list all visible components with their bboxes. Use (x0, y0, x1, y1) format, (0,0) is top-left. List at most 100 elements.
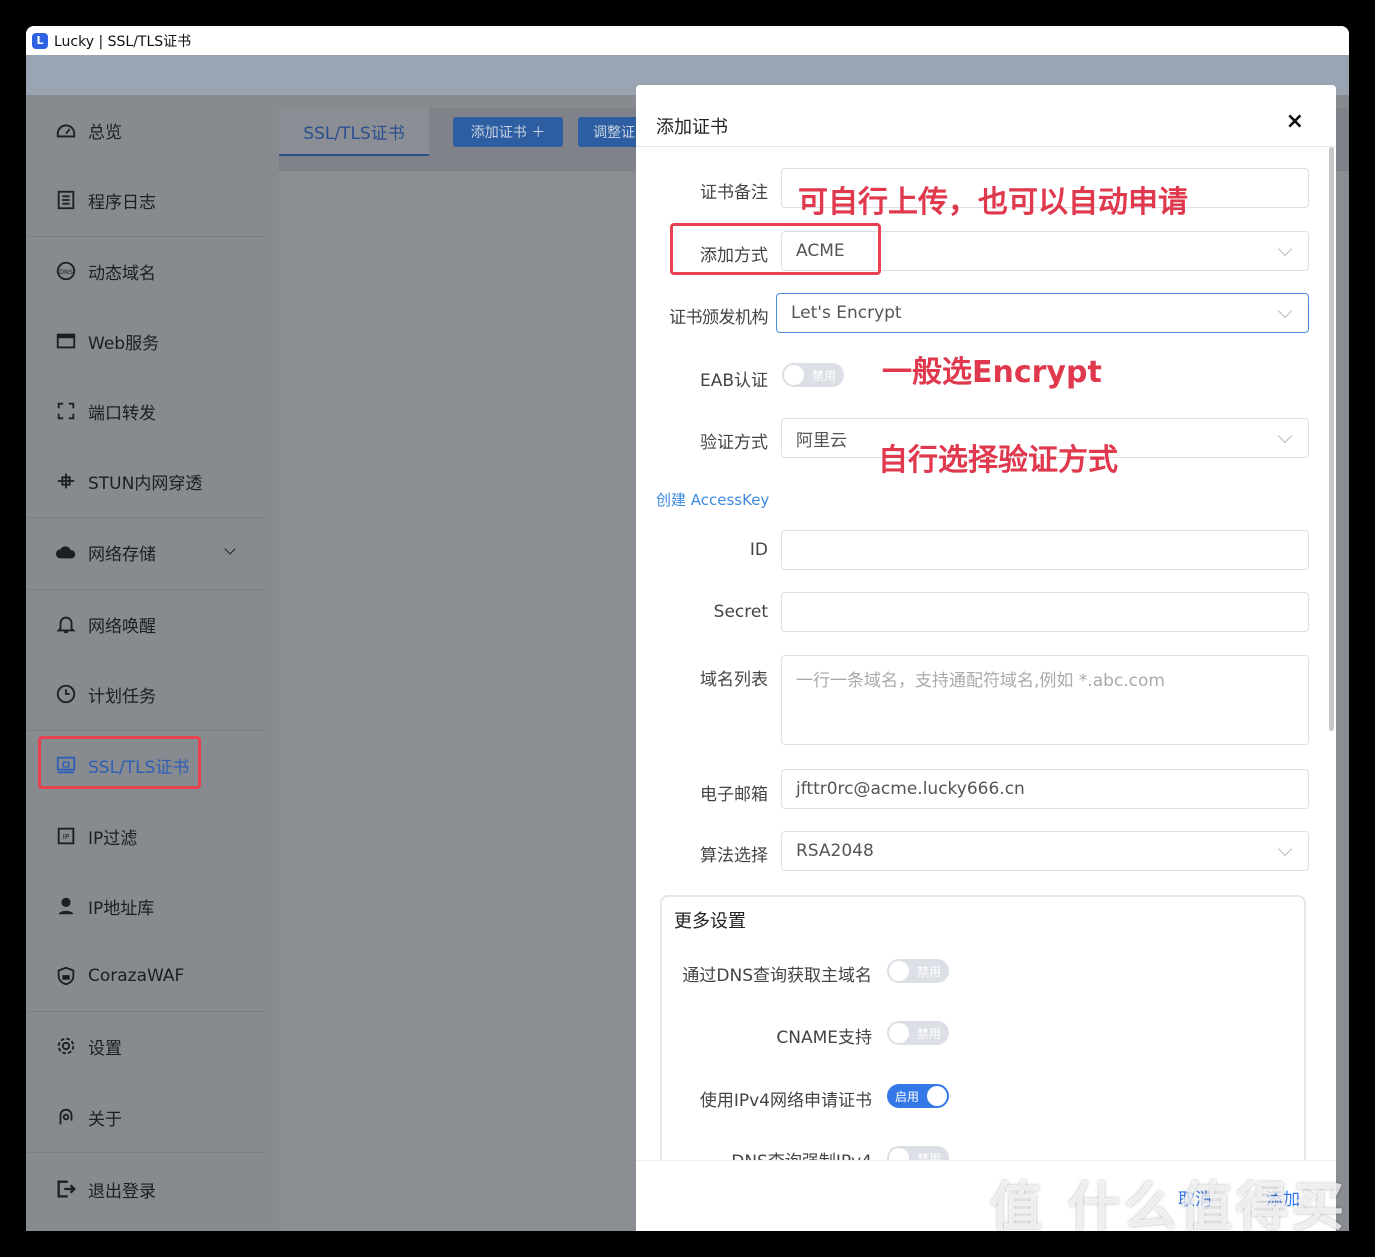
window-title: Lucky | SSL/TLS证书 (54, 33, 192, 50)
verify-label: 验证方式 (700, 433, 768, 453)
toggle-knob (784, 365, 804, 385)
chevron-down-icon (1277, 303, 1293, 319)
sidebar-item-logout[interactable]: 退出登录 (26, 1154, 264, 1224)
create-accesskey-link[interactable]: 创建 AccessKey (656, 489, 769, 510)
ipv4-toggle[interactable]: 启用 (887, 1084, 949, 1108)
sidebar-item-label: Web服务 (88, 333, 160, 354)
id-label: ID (749, 540, 768, 560)
sidebar-item-label: 端口转发 (88, 403, 156, 424)
sidebar-item-settings[interactable]: 设置 (26, 1011, 264, 1081)
port-forward-icon (54, 399, 78, 423)
sidebar-item-web[interactable]: Web服务 (26, 306, 264, 376)
sidebar-item-label: 计划任务 (88, 686, 156, 707)
divider (26, 1152, 264, 1153)
annotation-encrypt: 一般选Encrypt (882, 355, 1102, 390)
more-settings-panel: 更多设置 通过DNS查询获取主域名 禁用 CNAME支持 禁用 使用IPv4网络… (660, 895, 1306, 1195)
toggle-text: 禁用 (916, 964, 941, 979)
clock-icon (54, 682, 78, 706)
sidebar-item-ddns[interactable]: DNS 动态域名 (26, 236, 264, 306)
sidebar-item-overview[interactable]: 总览 (26, 95, 264, 165)
sidebar-item-label: 网络唤醒 (88, 616, 156, 637)
sidebar-item-about[interactable]: 关于 (26, 1082, 264, 1152)
verify-value: 阿里云 (796, 430, 847, 451)
annotation-upload: 可自行上传，也可以自动申请 (798, 185, 1188, 220)
ip-filter-icon: IP (54, 824, 78, 848)
algo-label: 算法选择 (700, 846, 768, 866)
cname-label: CNAME支持 (776, 1028, 872, 1048)
log-icon (54, 188, 78, 212)
domains-textarea[interactable]: 一行一条域名，支持通配符域名,例如 *.abc.com (781, 655, 1309, 745)
sidebar-item-ip-filter[interactable]: IP IP过滤 (26, 801, 264, 871)
annotation-verify: 自行选择验证方式 (878, 443, 1118, 478)
ip-database-icon (54, 894, 78, 918)
remark-label: 证书备注 (700, 183, 768, 203)
sidebar-item-wol[interactable]: 网络唤醒 (26, 589, 264, 659)
secret-input[interactable] (781, 592, 1309, 632)
add-certificate-button[interactable]: 添加证书 ＋ (453, 117, 563, 147)
toggle-text: 禁用 (916, 1026, 941, 1041)
ca-select[interactable]: Let's Encrypt (776, 293, 1309, 333)
ipv4-label: 使用IPv4网络申请证书 (699, 1091, 872, 1111)
logout-icon (54, 1177, 78, 1201)
ca-value: Let's Encrypt (791, 303, 902, 323)
sidebar-item-storage[interactable]: 网络存储 (26, 517, 264, 587)
email-label: 电子邮箱 (700, 785, 768, 805)
toggle-knob (889, 961, 909, 981)
toggle-text: 启用 (895, 1089, 920, 1104)
sidebar-item-label: 退出登录 (88, 1181, 156, 1202)
close-icon[interactable]: × (1286, 109, 1304, 134)
toggle-knob (889, 1023, 909, 1043)
sidebar-item-stun[interactable]: STUN内网穿透 (26, 446, 264, 516)
sidebar-item-label: IP地址库 (88, 898, 155, 919)
dns-main-toggle[interactable]: 禁用 (887, 959, 949, 983)
sidebar-item-ip-db[interactable]: IP地址库 (26, 871, 264, 941)
sidebar: 总览 程序日志 DNS 动态域名 Web服务 端口转发 STUN内网穿透 网络存… (26, 95, 264, 1231)
sidebar-item-label: 设置 (88, 1038, 122, 1059)
eab-toggle[interactable]: 禁用 (782, 363, 844, 387)
svg-text:IP: IP (63, 832, 70, 841)
tab-ssl[interactable]: SSL/TLS证书 (279, 108, 429, 156)
sidebar-item-label: 关于 (88, 1109, 122, 1130)
highlight-box-method (670, 223, 881, 275)
sidebar-item-label: STUN内网穿透 (88, 473, 203, 494)
gear-icon (54, 1034, 78, 1058)
sidebar-item-port-forward[interactable]: 端口转发 (26, 376, 264, 446)
sidebar-item-label: 动态域名 (88, 263, 156, 284)
cname-toggle[interactable]: 禁用 (887, 1021, 949, 1045)
eab-label: EAB认证 (699, 371, 768, 391)
algo-select[interactable]: RSA2048 (781, 831, 1309, 871)
add-certificate-dialog: 添加证书 × 证书备注 添加方式 ACME 证书颁发机构 Let's Encry… (636, 85, 1336, 1231)
app-logo-icon: L (32, 32, 48, 49)
chevron-down-icon (1277, 428, 1293, 444)
sidebar-item-label: 总览 (88, 122, 122, 143)
toggle-text: 禁用 (811, 368, 836, 383)
bell-icon (54, 612, 78, 636)
dns-icon: DNS (54, 259, 78, 283)
watermark: 值 什么值得买 (990, 1178, 1349, 1238)
highlight-box-ssl (38, 736, 201, 789)
algo-value: RSA2048 (796, 841, 874, 861)
sidebar-item-waf[interactable]: CorazaWAF (26, 941, 264, 1011)
email-input[interactable]: jfttr0rc@acme.lucky666.cn (781, 769, 1309, 809)
about-icon (54, 1105, 78, 1129)
shield-icon (54, 964, 78, 988)
sidebar-item-label: CorazaWAF (88, 966, 185, 986)
divider (636, 146, 1336, 147)
sidebar-item-label: IP过滤 (88, 828, 138, 849)
more-settings-title: 更多设置 (674, 911, 746, 932)
title-bar: L Lucky | SSL/TLS证书 (26, 26, 1349, 55)
chevron-down-icon (1277, 241, 1293, 257)
email-value: jfttr0rc@acme.lucky666.cn (796, 779, 1025, 799)
id-input[interactable] (781, 530, 1309, 570)
stun-icon (54, 469, 78, 493)
web-icon (54, 329, 78, 353)
app-window: L Lucky | SSL/TLS证书 总览 程序日志 DNS 动态域名 Web… (26, 26, 1349, 1231)
toggle-knob (927, 1086, 947, 1106)
sidebar-item-schedule[interactable]: 计划任务 (26, 659, 264, 729)
sidebar-item-log[interactable]: 程序日志 (26, 165, 264, 235)
scrollbar[interactable] (1329, 147, 1334, 731)
chevron-down-icon (1277, 841, 1293, 857)
secret-label: Secret (713, 602, 768, 622)
ca-label: 证书颁发机构 (669, 308, 769, 328)
dns-main-label: 通过DNS查询获取主域名 (682, 966, 872, 986)
